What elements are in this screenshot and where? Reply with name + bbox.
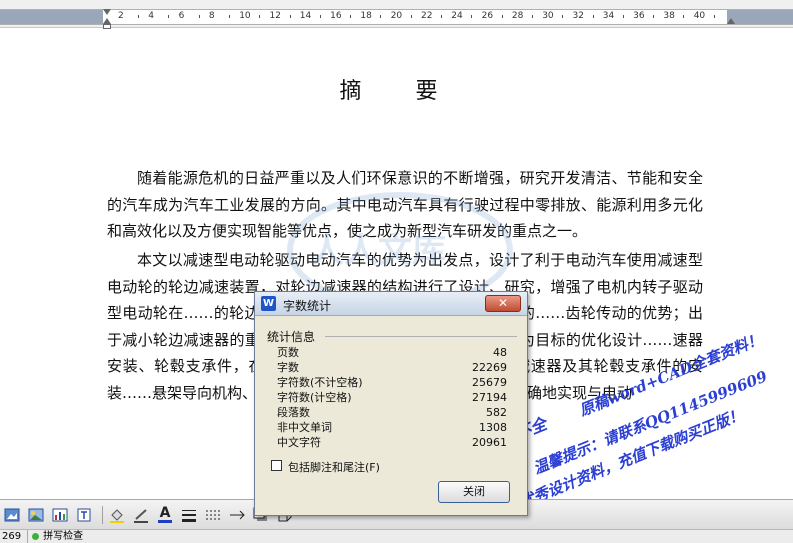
horizontal-ruler[interactable]: 2 4 6 8 10 12 14 16 18 20 22 24 26 28 30 32 34 36 38 40 [0,0,793,29]
ruler-tick [350,15,352,18]
ruler-number: 6 [178,11,185,21]
ruler-number: 8 [208,11,215,21]
ruler-number: 24 [451,11,463,21]
ruler-number: 2 [118,11,124,21]
stat-value: 48 [493,346,507,359]
ruler-number: 26 [481,11,494,21]
stat-value: 1308 [479,421,507,434]
ruler-tick [441,15,442,18]
insert-chart-icon[interactable] [50,505,70,525]
spell-check-label: 拼写检查 [43,531,84,542]
ruler-number: 22 [421,11,433,21]
close-icon[interactable]: ✕ [485,295,521,312]
insert-textbox-icon[interactable] [74,505,94,525]
insert-picture-icon[interactable] [26,505,46,525]
stat-label: 段落数 [277,406,310,419]
stat-value: 22269 [472,361,507,374]
toolbar-separator [102,505,103,524]
ruler-number: 32 [572,11,584,21]
stat-row-chinese-chars: 中文字符 20961 [277,436,507,450]
spell-check-status[interactable]: 拼写检查 [28,530,83,543]
abstract-paragraph-1: 随着能源危机的日益严重以及人们环保意识的不断增强，研究开发清洁、节能和安全的汽车… [107,169,703,240]
wps-app-icon: W [261,296,276,311]
ruler-number: 18 [360,11,372,21]
spell-check-ok-icon [32,533,40,540]
stat-row-paragraphs: 段落数 582 [277,406,507,420]
right-indent-marker[interactable] [727,18,735,24]
group-divider [325,336,517,337]
status-bar: 269 拼写检查 [0,529,793,543]
ruler-number: 34 [602,11,615,21]
stat-label: 字符数(计空格) [277,391,352,404]
ruler-number: 20 [390,11,403,21]
abstract-title: 摘 要 [339,79,454,104]
ruler-tick [653,15,655,18]
ruler-tick [683,15,685,18]
ruler-left-margin [0,10,103,24]
ruler-tick [289,15,291,18]
font-color-letter: A [159,505,171,521]
insert-image-icon[interactable] [2,505,22,525]
ruler-number: 12 [269,11,281,21]
ruler-number: 36 [633,11,645,21]
ruler-tick [562,15,564,18]
stat-value: 27194 [472,391,507,404]
statistics-group-label: 统计信息 [267,328,320,345]
ruler-tick [592,15,594,18]
ruler-tick [713,15,715,18]
ruler-number: 40 [693,11,706,21]
ruler-tick [501,15,503,18]
ruler-right-margin [727,10,793,24]
ruler-tick [319,15,321,18]
ruler-tick [410,15,412,18]
stat-label: 字数 [277,361,299,374]
stat-label: 字符数(不计空格) [277,376,363,389]
stat-label: 非中文单词 [277,421,332,434]
ruler-tick [138,15,139,18]
stat-value: 582 [486,406,507,419]
ruler-number: 4 [148,11,155,21]
font-color-icon[interactable]: A [155,505,175,525]
ruler-number: 16 [330,11,342,21]
ruler-number: 30 [542,11,554,21]
stat-label: 页数 [277,346,299,359]
ruler-tick [531,15,533,18]
stat-value: 20961 [472,436,507,449]
ruler-number: 14 [299,11,312,21]
font-color-swatch [158,520,172,523]
ruler-number: 38 [663,11,675,21]
first-line-indent-marker[interactable] [103,9,111,15]
stat-row-pages: 页数 48 [277,346,507,360]
ruler-tick [471,15,473,18]
ruler-tick [198,15,200,18]
stat-row-non-chinese-words: 非中文单词 1308 [277,421,507,435]
ruler-number: 28 [511,11,524,21]
stat-label: 中文字符 [277,436,321,449]
word-count-dialog: W 字数统计 ✕ 统计信息 页数 48 字数 22269 字符数(不计空格) 2… [254,291,528,516]
include-footnotes-label[interactable]: 包括脚注和尾注(F) [288,459,380,475]
dialog-titlebar[interactable]: W 字数统计 ✕ [255,292,527,316]
stat-row-chars-with-spaces: 字符数(计空格) 27194 [277,391,507,405]
ruler-tick [259,15,261,18]
line-style-icon[interactable] [179,505,199,525]
stat-row-chars-no-spaces: 字符数(不计空格) 25679 [277,376,507,390]
ruler-number: 10 [239,11,251,21]
dash-style-icon[interactable] [203,505,223,525]
ruler-tick [168,15,170,18]
ruler-tick [622,15,624,18]
stat-row-words: 字数 22269 [277,361,507,375]
status-page-count: 269 [0,530,29,543]
arrow-style-icon[interactable] [227,505,247,525]
ruler-tick [228,15,230,18]
stat-value: 25679 [472,376,507,389]
fill-color-icon[interactable] [107,505,127,525]
ruler-tick [380,15,382,18]
include-footnotes-checkbox[interactable] [271,460,282,471]
line-color-icon[interactable] [131,505,151,525]
dialog-title: 字数统计 [283,299,332,313]
close-button[interactable]: 关闭 [438,481,510,503]
